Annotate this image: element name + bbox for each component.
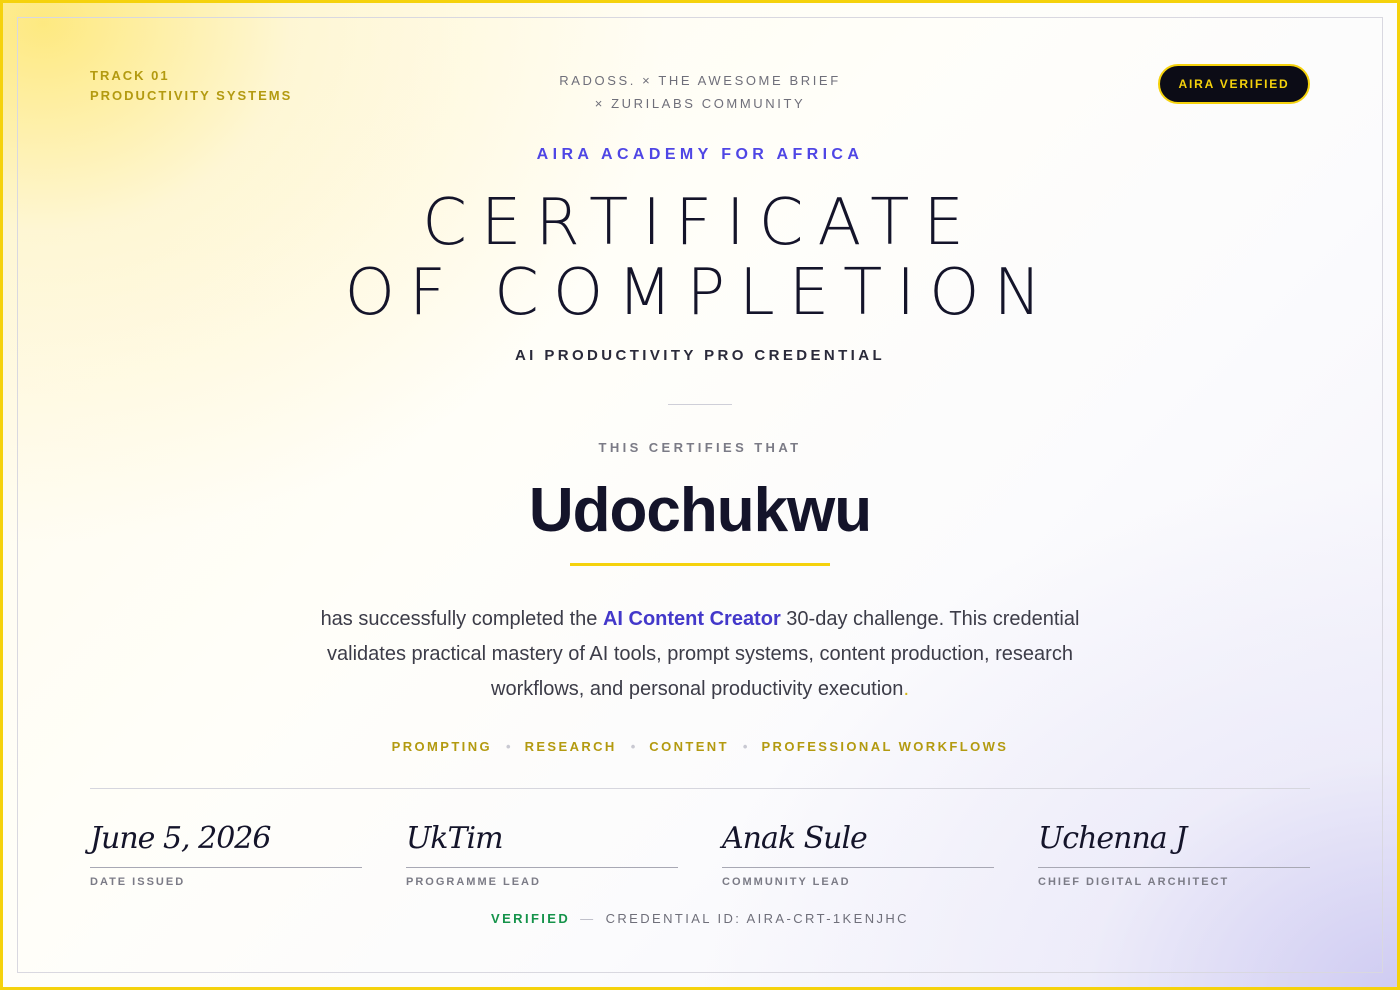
chief-architect-signature: Uchenna J [1038,821,1187,856]
signature-label: DATE ISSUED [90,876,186,888]
skill-item: PROMPTING [391,739,492,754]
skill-separator: • [506,739,511,754]
skill-item: PROFESSIONAL WORKFLOWS [761,739,1009,754]
signature-line [406,867,678,868]
verified-badge[interactable]: AIRA VERIFIED [1158,64,1310,104]
signature-label: PROGRAMME LEAD [406,876,541,888]
certificate-title-line-2: OF COMPLETION [344,256,1056,330]
title-divider [668,404,732,405]
certificate: TRACK 01 PRODUCTIVITY SYSTEMS RADOSS. × … [0,0,1400,990]
skill-item: CONTENT [649,739,729,754]
signature-label: CHIEF DIGITAL ARCHITECT [1038,876,1230,888]
signature-block-community-lead: Anak Sule COMMUNITY LEAD [722,811,994,888]
description-text-before: has successfully completed the [320,608,603,630]
credential-name: AI PRODUCTIVITY PRO CREDENTIAL [514,347,886,364]
skill-separator: • [630,739,636,754]
certifies-label: THIS CERTIFIES THAT [598,440,802,455]
academy-name: AIRA ACADEMY FOR AFRICA [536,146,864,163]
community-lead-signature: Anak Sule [722,821,868,856]
certificate-title-line-1: CERTIFICATE [422,186,978,260]
signature-line [1038,867,1310,868]
signature-label: COMMUNITY LEAD [722,876,851,888]
skill-item: RESEARCH [524,739,617,754]
verified-status: VERIFIED [491,911,571,926]
signature-block-chief-architect: Uchenna J CHIEF DIGITAL ARCHITECT [1038,811,1310,888]
description-end: . [903,678,909,700]
credential-id[interactable]: CREDENTIAL ID: AIRA-CRT-1KENJHC [606,911,909,926]
recipient-underline [570,563,830,566]
signature-line [722,867,994,868]
date-issued-signature: June 5, 2026 [90,821,271,856]
signature-block-date: June 5, 2026 DATE ISSUED [90,811,362,888]
description: has successfully completed the AI Conten… [300,602,1100,707]
programme-lead-signature: UkTim [406,821,504,856]
signature-divider [90,788,1310,789]
skills-list: PROMPTING • RESEARCH • CONTENT • PROFESSIONAL … [3,739,1397,754]
footer-dash: — [580,911,596,926]
skill-separator: • [742,739,748,754]
verification-footer: VERIFIED — CREDENTIAL ID: AIRA-CRT-1KENJHC [3,911,1397,926]
signature-line [90,867,362,868]
challenge-name: AI Content Creator [602,608,781,630]
recipient-name: Udochukwu [528,476,872,545]
signature-block-programme-lead: UkTim PROGRAMME LEAD [406,811,678,888]
